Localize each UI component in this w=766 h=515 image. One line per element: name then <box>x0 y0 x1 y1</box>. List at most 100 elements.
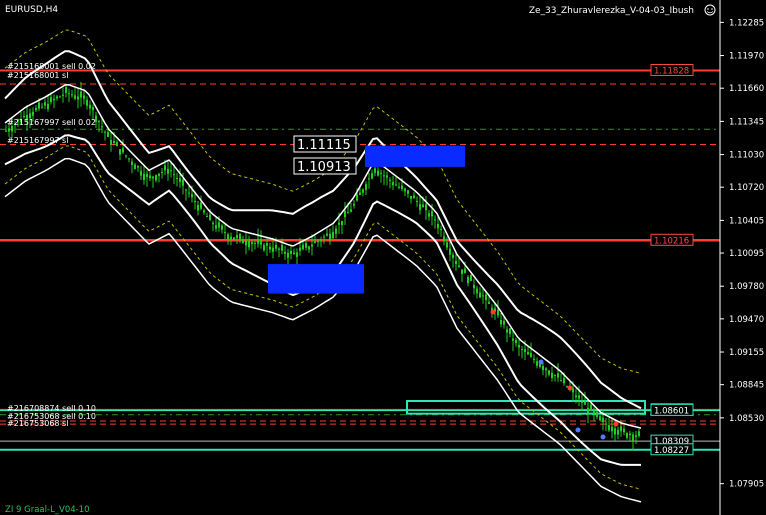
candle-body <box>632 434 634 441</box>
candle-body <box>125 155 127 157</box>
candle-body <box>329 233 331 241</box>
candle-body <box>5 130 7 132</box>
candle-body <box>542 365 544 371</box>
candle-body <box>578 395 580 399</box>
candle-body <box>161 172 163 174</box>
trade-marker[interactable] <box>575 427 581 433</box>
level-price-tag-label: 1.08227 <box>654 446 689 456</box>
candle-body <box>53 98 55 101</box>
price-chart[interactable]: 1.118281.102161.086081.086011.083091.082… <box>0 0 766 515</box>
candle-body <box>107 131 109 137</box>
candle-body <box>470 274 472 281</box>
candle-body <box>41 106 43 108</box>
candle-body <box>23 116 25 118</box>
smiley-icon[interactable] <box>704 4 716 16</box>
candle-body <box>638 431 640 437</box>
candle-body <box>284 251 286 254</box>
candle-body <box>287 252 289 258</box>
trade-marker[interactable] <box>490 309 496 315</box>
candle-body <box>110 139 112 145</box>
candle-body <box>68 93 70 95</box>
position-label[interactable]: #216753068 sl <box>7 419 68 428</box>
trade-marker[interactable] <box>538 359 544 365</box>
candle-body <box>572 388 574 393</box>
candle-body <box>38 102 40 109</box>
candle-body <box>410 196 412 199</box>
candle-body <box>185 189 187 191</box>
trade-marker[interactable] <box>600 434 606 440</box>
candle-body <box>398 186 400 188</box>
candle-body <box>386 175 388 178</box>
candle-body <box>275 244 277 249</box>
candle-body <box>32 111 34 116</box>
upper-envelope-line <box>4 29 642 374</box>
candle-body <box>464 268 466 274</box>
candle-body <box>341 220 343 226</box>
candle-body <box>383 175 385 177</box>
candle-body <box>44 102 46 106</box>
candle-body <box>206 216 208 218</box>
candle-body <box>635 435 637 438</box>
candle-body <box>59 96 61 98</box>
candle-body <box>413 195 415 199</box>
target-zone-rect[interactable] <box>406 400 646 415</box>
candle-body <box>338 222 340 225</box>
candle-body <box>389 179 391 181</box>
candle-body <box>242 239 244 244</box>
price-tick-label: 1.08845 <box>729 381 764 391</box>
candle-body <box>557 373 559 378</box>
candle-body <box>308 246 310 250</box>
candle-body <box>35 108 37 111</box>
candle-body <box>239 233 241 240</box>
price-tick-label: 1.12285 <box>729 18 764 28</box>
candle-body <box>452 254 454 258</box>
trade-marker[interactable] <box>567 385 573 391</box>
support-box[interactable] <box>268 264 364 294</box>
candle-body <box>266 243 268 246</box>
candle-body <box>527 352 529 355</box>
candle-body <box>509 328 511 334</box>
candle-body <box>425 204 427 211</box>
candle-body <box>77 96 79 100</box>
candle-body <box>428 213 430 217</box>
candle-body <box>323 236 325 238</box>
candle-body <box>293 252 295 254</box>
candle-body <box>455 260 457 265</box>
candle-body <box>230 236 232 240</box>
position-label[interactable]: #215168001 sell 0.02 <box>7 62 96 71</box>
position-label[interactable]: #215167997 sell 0.02 <box>7 118 96 127</box>
price-tick-label: 1.11970 <box>729 52 764 62</box>
candle-body <box>119 149 121 155</box>
candle-body <box>446 242 448 248</box>
position-label[interactable]: #215167997 sl <box>7 136 68 145</box>
candle-body <box>611 426 613 432</box>
candle-body <box>218 222 220 228</box>
position-label[interactable]: #215168001 sl <box>7 71 68 80</box>
indicator-name: ZI 9 Graal-L_V04-10 <box>5 505 90 515</box>
candle-body <box>461 269 463 274</box>
candle-body <box>152 176 154 179</box>
candle-body <box>458 265 460 267</box>
candle-body <box>476 288 478 294</box>
candle-body <box>251 242 253 245</box>
candle-body <box>344 210 346 218</box>
candle-body <box>305 242 307 248</box>
candle-body <box>182 179 184 186</box>
chart-window[interactable]: 1.118281.102161.086081.086011.083091.082… <box>0 0 766 515</box>
candle-body <box>512 338 514 341</box>
candle-body <box>497 309 499 316</box>
candle-body <box>326 233 328 236</box>
candle-body <box>233 237 235 240</box>
candle-body <box>434 219 436 221</box>
candle-body <box>521 349 523 351</box>
candle-body <box>236 235 238 239</box>
candle-body <box>224 232 226 234</box>
candle-body <box>437 223 439 229</box>
candle-body <box>335 228 337 234</box>
price-tick-label: 1.11660 <box>729 84 764 94</box>
resistance-box[interactable] <box>365 145 465 167</box>
trade-marker[interactable] <box>613 421 619 427</box>
candle-body <box>374 168 376 173</box>
candle-body <box>362 189 364 193</box>
candle-body <box>581 401 583 403</box>
